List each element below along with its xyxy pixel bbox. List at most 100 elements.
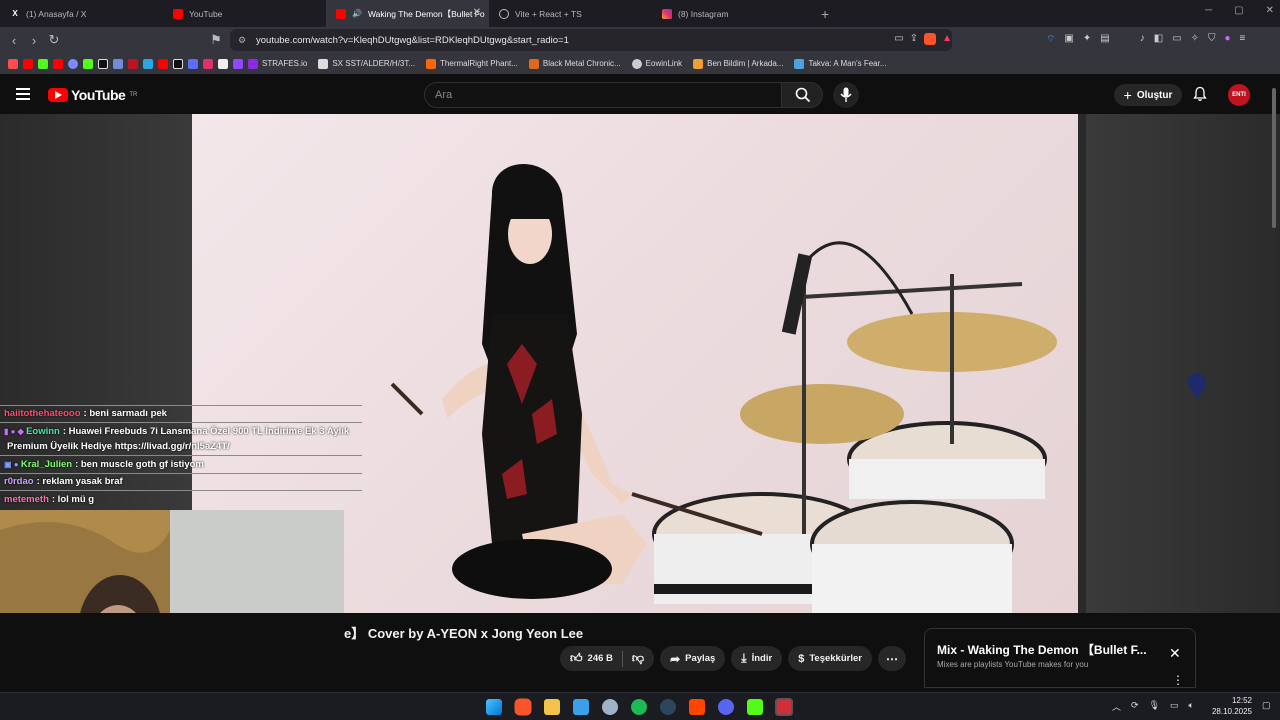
leo-icon[interactable]: ✧	[1191, 33, 1199, 46]
minimize-button[interactable]: ─	[1205, 5, 1212, 16]
like-button[interactable]: 👍︎ 246 B 👎︎	[560, 646, 655, 671]
screen-icon[interactable]: ▭	[894, 33, 903, 45]
bookmark-ben-bildim[interactable]: Ben Bildim | Arkada...	[693, 58, 783, 69]
youtube-logo[interactable]: YouTube TR	[48, 87, 137, 103]
search-input[interactable]: Ara	[424, 82, 782, 108]
more-actions-button[interactable]: ⋯	[877, 646, 906, 671]
twitch-icon[interactable]	[233, 58, 243, 69]
display-icon[interactable]: ▭	[1170, 700, 1179, 713]
maximize-button[interactable]: ▢	[1234, 5, 1243, 16]
bookmark-strafes[interactable]: STRAFES.io	[248, 58, 307, 69]
obs-icon[interactable]	[775, 698, 793, 716]
game-launcher-icon[interactable]	[689, 699, 705, 715]
hamburger-menu-icon[interactable]	[16, 88, 30, 103]
music-icon[interactable]: ♪	[1140, 33, 1145, 46]
tiktok-icon[interactable]	[98, 58, 108, 69]
video-title: e】 Cover by A-YEON x Jong Yeon Lee	[344, 626, 584, 641]
wallet-icon[interactable]: ▭	[1172, 33, 1181, 46]
thumbs-down-icon[interactable]: 👎︎	[632, 651, 644, 666]
notification-icon[interactable]: ▢	[1262, 700, 1271, 711]
volume-icon[interactable]: 🔈︎	[1189, 700, 1194, 713]
windows-start-icon[interactable]	[486, 699, 502, 715]
bookmark-black-metal[interactable]: Black Metal Chronic...	[528, 58, 621, 69]
vpn-icon[interactable]: ⛉	[1208, 33, 1216, 46]
page-scrollbar[interactable]	[1271, 88, 1277, 688]
share-icon[interactable]: ⇪	[910, 33, 918, 45]
tab-youtube[interactable]: YouTube	[163, 0, 326, 27]
forward-button[interactable]: ›	[24, 33, 44, 48]
site-info-icon[interactable]: ⚙	[238, 35, 246, 46]
photos-icon[interactable]	[573, 699, 589, 715]
youtube-icon[interactable]	[158, 58, 168, 69]
new-tab-button[interactable]: +	[821, 6, 829, 22]
settings-gear-icon[interactable]	[602, 699, 618, 715]
instagram-icon[interactable]	[203, 58, 213, 69]
voice-search-button[interactable]	[833, 82, 859, 108]
create-button[interactable]: + Oluştur	[1114, 84, 1182, 106]
app-icon[interactable]	[113, 58, 123, 69]
menu-icon[interactable]: ≡	[1240, 33, 1246, 46]
thanks-button[interactable]: $ Teşekkürler	[788, 646, 872, 671]
spotify-icon[interactable]	[631, 699, 647, 715]
bookmark-eowinlink[interactable]: EowinLink	[631, 58, 682, 69]
more-vertical-icon[interactable]: ⋮	[1172, 673, 1184, 687]
x-icon[interactable]	[173, 58, 183, 69]
steam-icon[interactable]	[660, 699, 676, 715]
bookmark-takva[interactable]: Takva: A Man's Fear...	[794, 58, 887, 69]
profile-icon[interactable]: ●	[1225, 33, 1231, 46]
chevron-up-icon[interactable]: ︿	[1112, 700, 1121, 713]
microphone-icon[interactable]: 🎙︎	[1149, 700, 1160, 713]
scrollbar-thumb[interactable]	[1272, 88, 1276, 228]
address-field[interactable]: ⚙ youtube.com/watch?v=KleqhDUtgwg&list=R…	[230, 29, 952, 51]
close-tab-icon[interactable]: ✕	[473, 7, 481, 18]
create-label: Oluştur	[1136, 89, 1173, 101]
app-icon[interactable]	[8, 58, 18, 69]
kick-icon[interactable]	[38, 58, 48, 69]
tab-waking-the-demon[interactable]: 🔊 Waking The Demon【Bullet Fo ✕	[326, 0, 489, 27]
bookmark-sx-sst[interactable]: SX SST/ALDER/H/3T...	[318, 58, 415, 69]
mix-playlist-panel: Mix - Waking The Demon 【Bullet F... Mixe…	[924, 628, 1196, 688]
brave-shield-icon[interactable]	[924, 33, 937, 45]
app-icon[interactable]	[218, 58, 228, 69]
puzzle-icon[interactable]: ✦	[1083, 33, 1091, 46]
back-button[interactable]: ‹	[4, 33, 24, 48]
share-button[interactable]: ➦ Paylaş	[660, 646, 726, 671]
search-icon	[795, 87, 811, 103]
avatar[interactable]: ENTI	[1228, 84, 1250, 106]
close-icon[interactable]: ✕	[1169, 645, 1181, 662]
close-window-button[interactable]: ✕	[1266, 5, 1274, 16]
brave-browser-icon[interactable]	[514, 698, 532, 716]
video-actions: 👍︎ 246 B 👎︎ ➦ Paylaş ⤓ İndir $ Teşekkürl…	[560, 646, 906, 671]
bookmark-icon[interactable]: ⚑	[206, 32, 226, 48]
tab-x[interactable]: X (1) Anasayfa / X	[0, 0, 163, 27]
app-icon[interactable]	[128, 58, 138, 69]
mix-subtitle: Mixes are playlists YouTube makes for yo…	[937, 660, 1089, 669]
system-clock[interactable]: 12:52 28.10.2025	[1210, 695, 1252, 717]
microphone-icon	[840, 87, 852, 102]
kick-app-icon[interactable]	[747, 699, 763, 715]
wifi-icon[interactable]: ⌔	[1046, 33, 1055, 46]
app-icon[interactable]	[143, 58, 153, 69]
file-explorer-icon[interactable]	[544, 699, 560, 715]
search-button[interactable]	[781, 82, 823, 108]
window-icon[interactable]: ▤	[1100, 33, 1109, 46]
sync-icon[interactable]: ⟳	[1131, 700, 1139, 713]
sidebar-icon[interactable]: ◧	[1154, 33, 1163, 46]
chat-message: ▮ ● ◆ Eowinn: Huawei Freebuds 7i Lansman…	[0, 426, 364, 437]
audio-playing-icon[interactable]: 🔊	[352, 9, 362, 18]
bookmark-thermalright[interactable]: ThermalRight Phant...	[426, 58, 518, 69]
notifications-bell-icon[interactable]	[1192, 86, 1208, 102]
youtube-icon[interactable]	[23, 58, 33, 69]
app-icon[interactable]	[188, 58, 198, 69]
discord-icon[interactable]	[718, 699, 734, 715]
window-controls: ─ ▢ ✕	[1205, 5, 1274, 16]
youtube-icon[interactable]	[53, 58, 63, 69]
reload-button[interactable]: ↻	[44, 32, 64, 48]
rewards-icon[interactable]: ▲	[942, 33, 952, 45]
app-icon[interactable]	[68, 58, 78, 69]
download-button[interactable]: ⤓ İndir	[731, 646, 783, 671]
extension-icon[interactable]: ▣	[1064, 33, 1073, 46]
app-icon[interactable]	[83, 58, 93, 69]
tab-vite[interactable]: Vite + React + TS	[489, 0, 652, 27]
tab-instagram[interactable]: (8) Instagram	[652, 0, 815, 27]
